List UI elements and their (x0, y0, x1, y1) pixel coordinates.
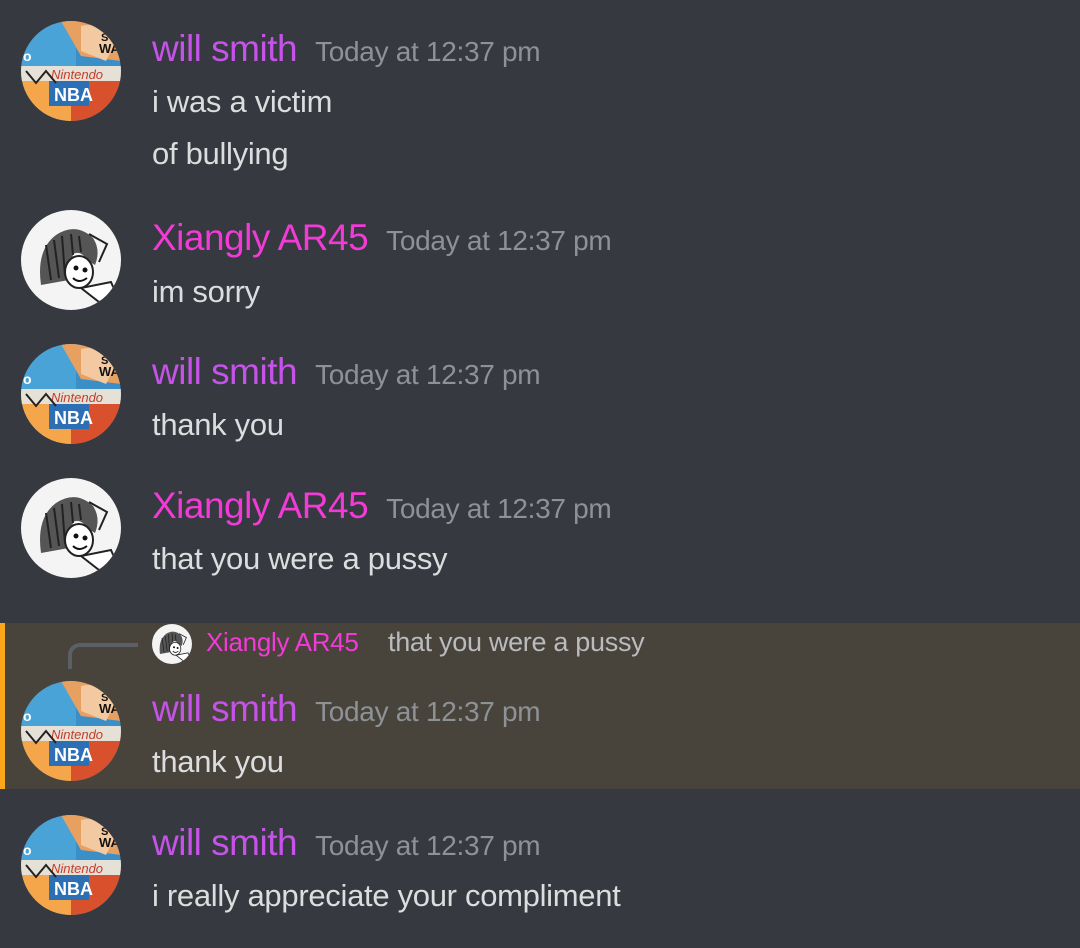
message-header: Xiangly AR45 Today at 12:37 pm (152, 485, 612, 527)
collage-avatar-icon[interactable] (21, 815, 121, 915)
message-text: i really appreciate your compliment (152, 878, 621, 913)
message-text: thank you (152, 407, 284, 442)
message-header: will smith Today at 12:37 pm (152, 822, 541, 864)
message-header: will smith Today at 12:37 pm (152, 28, 541, 70)
timestamp[interactable]: Today at 12:37 pm (315, 830, 541, 862)
collage-avatar-icon[interactable] (21, 21, 121, 121)
timestamp[interactable]: Today at 12:37 pm (315, 696, 541, 728)
username[interactable]: will smith (152, 28, 298, 70)
reply-spine-icon (68, 643, 138, 669)
message-text: that you were a pussy (152, 541, 448, 576)
message-header: will smith Today at 12:37 pm (152, 351, 541, 393)
timestamp[interactable]: Today at 12:37 pm (386, 493, 612, 525)
chat-log: will smith Today at 12:37 pm i was a vic… (0, 0, 1080, 948)
manga-avatar-icon[interactable] (152, 624, 192, 664)
username[interactable]: Xiangly AR45 (152, 217, 369, 259)
message-text: of bullying (152, 136, 289, 171)
message-text: i was a victim (152, 84, 333, 119)
reply-preview-text[interactable]: that you were a pussy (388, 627, 645, 658)
username[interactable]: will smith (152, 688, 298, 730)
collage-avatar-icon[interactable] (21, 681, 121, 781)
username[interactable]: will smith (152, 822, 298, 864)
collage-avatar-icon[interactable] (21, 344, 121, 444)
message-header: will smith Today at 12:37 pm (152, 688, 541, 730)
message-header: Xiangly AR45 Today at 12:37 pm (152, 217, 612, 259)
manga-avatar-icon[interactable] (21, 210, 121, 310)
timestamp[interactable]: Today at 12:37 pm (315, 359, 541, 391)
username[interactable]: will smith (152, 351, 298, 393)
timestamp[interactable]: Today at 12:37 pm (386, 225, 612, 257)
reply-username[interactable]: Xiangly AR45 (206, 627, 359, 658)
manga-avatar-icon[interactable] (21, 478, 121, 578)
username[interactable]: Xiangly AR45 (152, 485, 369, 527)
message-text: im sorry (152, 274, 260, 309)
mention-accent-bar (0, 623, 5, 789)
message-text: thank you (152, 744, 284, 779)
timestamp[interactable]: Today at 12:37 pm (315, 36, 541, 68)
